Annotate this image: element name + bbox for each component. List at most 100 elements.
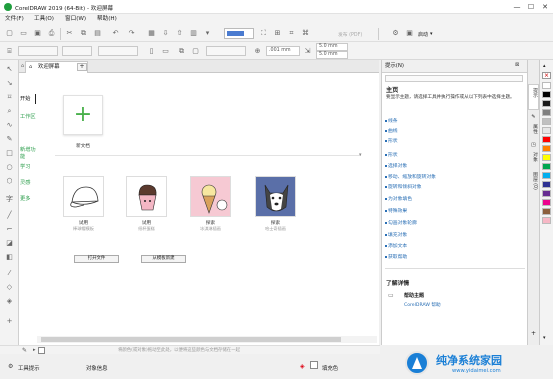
horizontal-scrollbar[interactable]	[37, 336, 377, 343]
color-swatch[interactable]	[542, 190, 551, 197]
menu-tools[interactable]: 工具(O)	[34, 15, 54, 24]
page-height-field[interactable]	[98, 46, 138, 56]
duplicate-y-field[interactable]: 5.0 mm	[316, 51, 348, 59]
color-swatch[interactable]	[542, 217, 551, 224]
color-swatch[interactable]	[542, 127, 551, 134]
hint-topic-link[interactable]: 特殊效果	[388, 207, 407, 214]
text-tool-icon[interactable]: 字	[3, 194, 16, 204]
print-icon[interactable]: ⎙	[46, 28, 57, 39]
fill-swatch[interactable]	[310, 361, 318, 369]
hint-topic-link[interactable]: 形状	[388, 137, 398, 144]
docker-tab-label[interactable]: 属性	[531, 124, 538, 134]
pdf-icon[interactable]: ▥	[188, 28, 199, 39]
color-swatch[interactable]	[542, 91, 551, 98]
menu-window[interactable]: 窗口(W)	[65, 15, 86, 24]
export-icon[interactable]: ⇧	[174, 28, 185, 39]
page-width-field[interactable]	[62, 46, 92, 56]
template-thumb-husky[interactable]	[255, 176, 296, 217]
docker-tab-label[interactable]: 图层 (0)	[531, 172, 538, 190]
add-docker-icon[interactable]: +	[528, 330, 539, 337]
artistic-media-icon[interactable]: ✎	[3, 134, 16, 144]
color-swatch[interactable]	[542, 109, 551, 116]
nav-start[interactable]: 开始	[20, 95, 30, 102]
landscape-icon[interactable]: ▭	[160, 46, 171, 57]
launch-dropdown-icon[interactable]: ▾	[430, 31, 433, 37]
hint-topic-link[interactable]: 形状	[388, 151, 398, 158]
hint-topic-link[interactable]: 旋转和倾斜对象	[388, 183, 422, 190]
template-thumb-icecream[interactable]	[190, 176, 231, 217]
color-swatch[interactable]	[542, 199, 551, 206]
help-sub-link[interactable]: CorelDRAW 帮助	[404, 302, 441, 308]
no-color-swatch[interactable]: ⨯	[542, 72, 551, 79]
freehand-tool-icon[interactable]: ∿	[3, 120, 16, 130]
color-swatch[interactable]	[542, 100, 551, 107]
color-swatch[interactable]	[542, 154, 551, 161]
nav-learn[interactable]: 学习	[20, 163, 30, 170]
zoom-tool-icon[interactable]: ⌕	[3, 106, 16, 116]
nav-workspace[interactable]: 工作区	[20, 113, 36, 120]
all-pages-icon[interactable]: ⧉	[176, 46, 187, 57]
color-swatch[interactable]	[542, 163, 551, 170]
menu-file[interactable]: 文件(F)	[5, 15, 24, 24]
redo-icon[interactable]: ↷	[126, 28, 137, 39]
hints-search-input[interactable]	[385, 75, 523, 82]
current-page-icon[interactable]: ▢	[190, 46, 201, 57]
color-swatch[interactable]	[542, 145, 551, 152]
paste-icon[interactable]: ▤	[92, 28, 103, 39]
help-topics-link[interactable]: 帮助主题	[404, 292, 424, 299]
nudge-distance-field[interactable]: .001 mm	[266, 46, 300, 56]
color-swatch[interactable]	[542, 136, 551, 143]
hints-pin-icon[interactable]: ⊠	[515, 62, 519, 68]
color-swatch[interactable]	[542, 172, 551, 179]
template-thumb-cap[interactable]	[63, 176, 104, 217]
hint-topic-link[interactable]: 选择对象	[388, 162, 407, 169]
portrait-icon[interactable]: ▯	[146, 46, 157, 57]
palette-menu-icon[interactable]: ▸	[33, 347, 36, 353]
undo-icon[interactable]: ↶	[110, 28, 121, 39]
properties-icon[interactable]: ✎	[528, 114, 539, 120]
duplicate-x-field[interactable]: 5.0 mm	[316, 43, 348, 51]
shape-tool-icon[interactable]: ↘	[3, 78, 16, 88]
hint-topic-link[interactable]: 为对象填色	[388, 195, 412, 202]
hint-topic-link[interactable]: 勾画对象轮廓	[388, 219, 417, 226]
tool-hint-gear-icon[interactable]: ⚙	[8, 363, 13, 370]
color-swatch[interactable]	[542, 208, 551, 215]
collapse-icon[interactable]: ▾	[359, 152, 362, 158]
palette-scroll-down-icon[interactable]: ▾	[543, 335, 546, 341]
objects-icon[interactable]: ◳	[528, 142, 539, 148]
rectangle-tool-icon[interactable]: □	[3, 148, 16, 158]
hint-topic-link[interactable]: 获取帮助	[388, 253, 407, 260]
new-document-card[interactable]: +	[63, 95, 103, 135]
parallel-dimension-icon[interactable]: ╱	[3, 210, 16, 220]
page-size-icon[interactable]: ⌸	[4, 46, 15, 57]
launch-icon[interactable]: ▣	[404, 28, 415, 39]
color-swatch[interactable]	[542, 82, 551, 89]
close-button[interactable]: ✕	[538, 1, 552, 13]
search-content-icon[interactable]: ▦	[146, 28, 157, 39]
docker-tab-label[interactable]: 对象	[531, 152, 538, 162]
launch-label[interactable]: 启动	[418, 31, 428, 38]
page-size-dropdown[interactable]	[18, 46, 58, 56]
connector-tool-icon[interactable]: ⌐	[3, 224, 16, 234]
fill-color-icon[interactable]: ◈	[300, 363, 305, 370]
template-thumb-cupcake[interactable]	[126, 176, 167, 217]
palette-scroll-up-icon[interactable]: ▴	[543, 63, 546, 69]
interactive-fill-icon[interactable]: ◇	[3, 282, 16, 292]
eyedropper-icon[interactable]: ⁄	[3, 268, 16, 278]
zoom-level-icon[interactable]: ▾	[202, 28, 213, 39]
open-file-button[interactable]: 打开文件	[74, 255, 119, 263]
docker-tab-hints[interactable]: 提示	[528, 84, 539, 110]
hint-topic-link[interactable]: 曲线	[388, 127, 398, 134]
hint-topic-link[interactable]: 添加文本	[388, 242, 407, 249]
color-swatch[interactable]	[542, 181, 551, 188]
smart-fill-icon[interactable]: ◈	[3, 296, 16, 306]
snap-icon[interactable]: ⌗	[286, 28, 297, 39]
crop-tool-icon[interactable]: ⌑	[3, 92, 16, 102]
new-from-template-button[interactable]: 从模板新建	[141, 255, 186, 263]
app-launcher-icon[interactable]: ⌘	[300, 28, 311, 39]
nav-whats-new[interactable]: 新增功能	[20, 146, 37, 160]
options-gear-icon[interactable]: ⚙	[390, 28, 401, 39]
publish-pdf-label[interactable]: 发布 (PDF)	[338, 31, 362, 38]
minimize-button[interactable]: —	[510, 1, 524, 13]
add-tool-icon[interactable]: +	[3, 316, 16, 326]
